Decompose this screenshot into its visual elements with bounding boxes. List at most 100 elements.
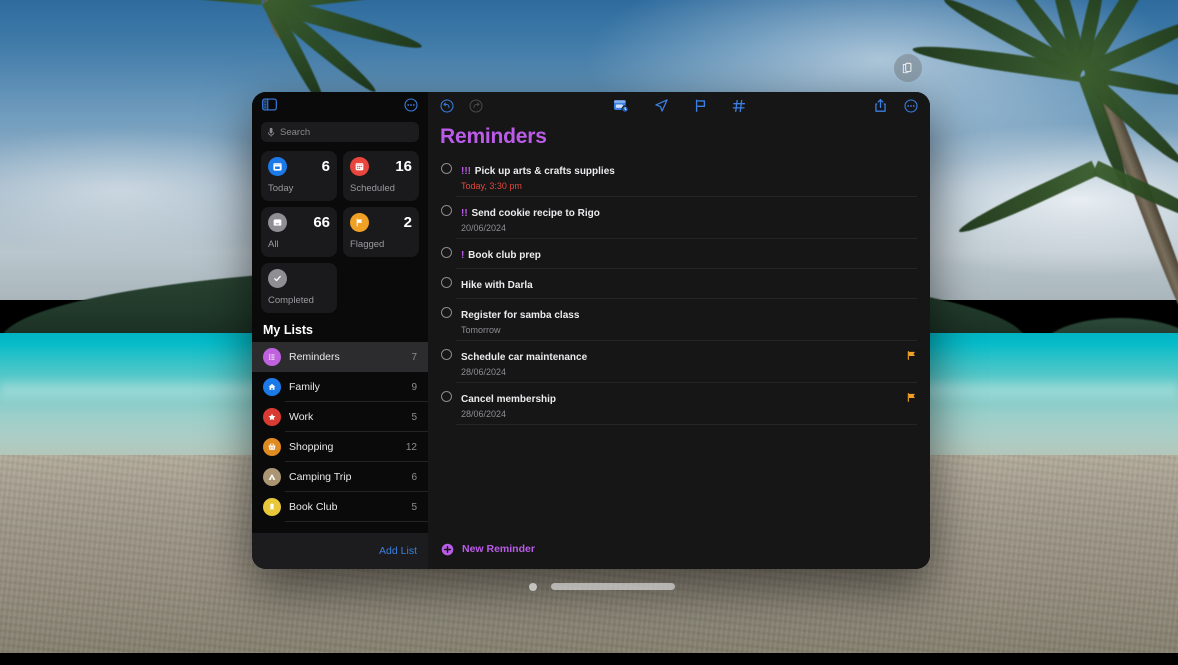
reminders-app-window: Search 6 Today 16 Scheduled 66 All 2 Fla… (252, 92, 930, 569)
reminder-content: !!! Pick up arts & crafts supplies Today… (461, 161, 917, 191)
sidebar-item-label: Shopping (289, 441, 334, 453)
smart-list-completed[interactable]: Completed (261, 263, 337, 313)
smart-list-label: All (268, 239, 279, 250)
sidebar-item-camping-trip[interactable]: Camping Trip 6 (252, 462, 428, 492)
reminder-priority: !! (461, 208, 468, 219)
reminder-content: Hike with Darla (461, 275, 917, 293)
sidebar-item-book-club[interactable]: Book Club 5 (252, 492, 428, 522)
smart-list-count: 6 (321, 158, 330, 175)
reminder-checkbox[interactable] (441, 205, 452, 216)
search-container: Search (252, 116, 428, 142)
sidebar-item-label: Camping Trip (289, 471, 352, 483)
reminder-checkbox[interactable] (441, 247, 452, 258)
reminder-title-line: ! Book club prep (461, 250, 541, 261)
reminder-title: Schedule car maintenance (461, 352, 588, 363)
screen-bottom-bar (0, 653, 1178, 665)
reminder-row[interactable]: ! Book club prep (428, 239, 930, 269)
shopping-basket-icon (263, 438, 281, 456)
rotate-orientation-button[interactable] (894, 54, 922, 82)
tag-button[interactable] (732, 99, 746, 118)
flag-button[interactable] (694, 98, 707, 118)
smart-lists-grid: 6 Today 16 Scheduled 66 All 2 Flagged Co… (252, 142, 428, 313)
sidebar-toolbar (252, 92, 428, 116)
add-date-reminder-button[interactable] (613, 99, 629, 118)
smart-list-all[interactable]: 66 All (261, 207, 337, 257)
share-icon (875, 99, 886, 112)
reminder-row[interactable]: Cancel membership 28/06/2024 (428, 383, 930, 425)
reminder-content: Register for samba class Tomorrow (461, 305, 917, 335)
back-button[interactable] (440, 99, 454, 118)
main-more-button[interactable] (904, 98, 918, 118)
smart-list-today[interactable]: 6 Today (261, 151, 337, 201)
reminder-row[interactable]: Hike with Darla (428, 269, 930, 299)
reminder-checkbox[interactable] (441, 307, 452, 318)
reminder-checkbox[interactable] (441, 391, 452, 402)
reminder-content: !! Send cookie recipe to Rigo 20/06/2024 (461, 203, 917, 233)
reminder-title: Register for samba class (461, 310, 580, 321)
add-date-reminder-icon (613, 99, 629, 113)
ellipsis-circle-icon (904, 98, 918, 113)
reminder-due-date: Today, 3:30 pm (461, 181, 522, 191)
ellipsis-circle-icon (404, 97, 418, 112)
my-lists-container: Reminders 7 Family 9 Work 5 Shopping 12 … (252, 342, 428, 522)
redo-circle-icon (469, 99, 483, 112)
reminder-title: Book club prep (468, 250, 541, 261)
reminder-checkbox[interactable] (441, 349, 452, 360)
reminder-checkbox[interactable] (441, 163, 452, 174)
add-list-button[interactable]: Add List (379, 545, 417, 557)
sidebar-item-shopping[interactable]: Shopping 12 (252, 432, 428, 462)
hashtag-icon (732, 99, 745, 112)
sidebar-item-label: Family (289, 381, 320, 393)
reminder-title: Send cookie recipe to Rigo (471, 208, 600, 219)
sidebar-item-work[interactable]: Work 5 (252, 402, 428, 432)
smart-list-flagged[interactable]: 2 Flagged (343, 207, 419, 257)
search-input[interactable]: Search (261, 122, 419, 142)
main-panel: Reminders !!! Pick up arts & crafts supp… (428, 92, 930, 569)
reminder-title: Hike with Darla (461, 280, 533, 291)
window-dot-indicator[interactable] (529, 583, 537, 591)
bullet-list-icon (263, 348, 281, 366)
toolbar-right-group (874, 98, 918, 118)
calendar-today-icon (268, 157, 287, 176)
reminder-row[interactable]: !! Send cookie recipe to Rigo 20/06/2024 (428, 197, 930, 239)
smart-list-label: Flagged (350, 239, 385, 250)
reminder-content: Cancel membership 28/06/2024 (461, 389, 897, 419)
smart-list-count: 16 (395, 158, 412, 175)
sidebar-item-family[interactable]: Family 9 (252, 372, 428, 402)
calendar-scheduled-icon (350, 157, 369, 176)
window-drag-handle[interactable] (551, 583, 675, 590)
location-button[interactable] (654, 98, 669, 118)
tent-icon (263, 468, 281, 486)
bookmark-icon (263, 498, 281, 516)
reminder-row[interactable]: Schedule car maintenance 28/06/2024 (428, 341, 930, 383)
undo-circle-icon (440, 99, 454, 112)
reminder-flag[interactable] (906, 348, 917, 366)
inbox-tray-icon (268, 213, 287, 232)
sidebar-item-label: Book Club (289, 501, 338, 513)
sidebar-toggle-button[interactable] (262, 98, 277, 116)
sidebar-item-label: Reminders (289, 351, 340, 363)
smart-list-label: Today (268, 183, 294, 194)
reminder-row[interactable]: !!! Pick up arts & crafts supplies Today… (428, 155, 930, 197)
reminder-due-date: Tomorrow (461, 325, 501, 335)
sidebar-more-button[interactable] (404, 97, 418, 117)
checkmark-icon (268, 269, 287, 288)
sidebar-item-count: 5 (411, 411, 417, 423)
sidebar-item-count: 12 (405, 441, 417, 453)
list-separator (285, 521, 428, 522)
smart-list-label: Completed (268, 295, 314, 306)
reminder-checkbox[interactable] (441, 277, 452, 288)
reminder-title: Pick up arts & crafts supplies (474, 166, 615, 177)
new-reminder-button[interactable]: New Reminder (428, 529, 930, 569)
sidebar-item-reminders[interactable]: Reminders 7 (252, 342, 428, 372)
flag-outline-icon (695, 99, 705, 112)
main-toolbar (428, 92, 930, 120)
microphone-icon (267, 127, 275, 137)
smart-list-scheduled[interactable]: 16 Scheduled (343, 151, 419, 201)
reminder-flag[interactable] (906, 390, 917, 408)
forward-button[interactable] (469, 99, 483, 118)
new-reminder-label: New Reminder (462, 543, 535, 555)
share-button[interactable] (874, 98, 887, 118)
reminder-row[interactable]: Register for samba class Tomorrow (428, 299, 930, 341)
reminder-content: ! Book club prep (461, 245, 917, 263)
